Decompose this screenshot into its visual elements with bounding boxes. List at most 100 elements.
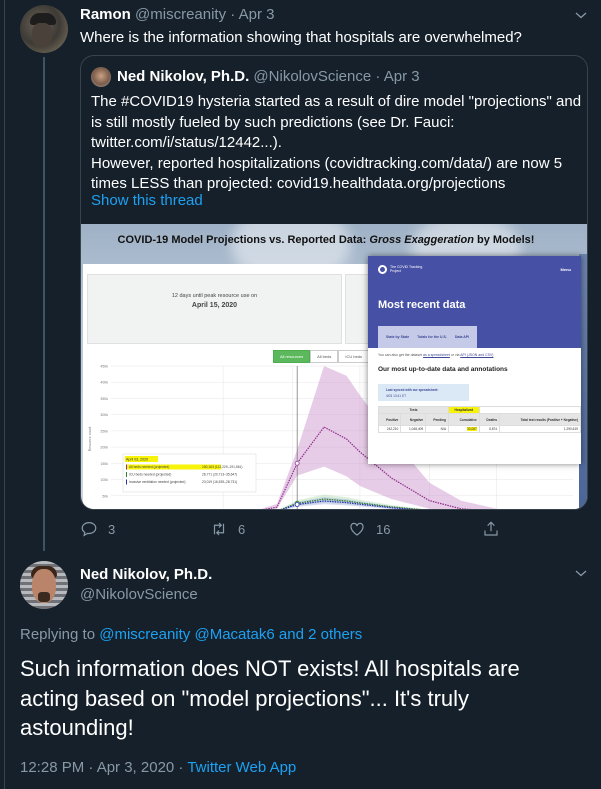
share-icon: [484, 521, 498, 536]
tweet-image[interactable]: COVID-19 Model Projections vs. Reported …: [81, 224, 587, 509]
series-point-2: [294, 502, 300, 507]
image-title: COVID-19 Model Projections vs. Reported …: [81, 234, 571, 246]
tweet-timestamp[interactable]: 12:28 PM · Apr 3, 2020 ·: [20, 759, 187, 776]
overlay-menu: Menu: [560, 267, 571, 272]
peak-card-date: April 15, 2020: [191, 302, 238, 309]
quoted-display-name: Ned Nikolov, Ph.D.: [117, 68, 250, 85]
tooltip-row-marker: [126, 472, 127, 477]
replying-to: Replying to @miscreanity @Macatak6 and 2…: [20, 626, 362, 643]
reply-icon: [81, 522, 97, 537]
tooltip-row-value: 23,019 (16,539–28,731): [202, 480, 237, 484]
mention-link[interactable]: @miscreanity: [99, 626, 190, 643]
quoted-text-line: twitter.com/i/status/12442...).: [91, 134, 282, 151]
handle[interactable]: @NikolovScience: [80, 586, 198, 603]
table-cell-hospitalized: 33,067: [447, 425, 480, 433]
tweet-body-line: astounding!: [20, 715, 134, 740]
quoted-text-line: The #COVID19 hysteria started as a resul…: [91, 93, 582, 110]
quoted-tweet-text: The #COVID19 hysteria started as a resul…: [91, 92, 581, 195]
tweet-actions: 3 6 16: [80, 520, 588, 542]
quoted-tweet[interactable]: Ned Nikolov, Ph.D. @NikolovScience · Apr…: [80, 55, 588, 510]
quoted-date: Apr 3: [383, 68, 420, 85]
y-tick-label: 450k: [100, 365, 108, 369]
table-header: Pending: [425, 413, 449, 426]
table-header: Negative: [400, 413, 427, 426]
separator: ·: [375, 68, 381, 85]
overlay-tab: Totals for the U.S.: [417, 335, 447, 339]
quoted-text-line: is still mostly fueled by such predictio…: [91, 113, 455, 131]
timeline-border: [4, 0, 5, 789]
image-title-italic: Gross Exaggeration: [369, 234, 474, 246]
covidtracking-overlay: The COVID Tracking Project Menu Most rec…: [368, 256, 581, 464]
heart-icon: [350, 522, 364, 536]
image-title-suffix: by Models!: [473, 234, 535, 246]
handle[interactable]: @miscreanity: [135, 6, 226, 23]
y-tick-label: 200k: [100, 446, 108, 450]
tweet-text: Where is the information showing that ho…: [80, 29, 522, 46]
tooltip-row-label: ICU beds needed (projected): [129, 473, 171, 477]
table-header: Positive: [377, 413, 402, 426]
confidence-band-ventilators: [281, 497, 418, 509]
retweet-count: 6: [238, 521, 246, 537]
display-name[interactable]: Ned Nikolov, Ph.D.: [80, 566, 212, 583]
tweet-body-line: acting based on "model projections"... I…: [20, 685, 470, 711]
overlay-tab: State by State: [386, 335, 410, 339]
retweet-button[interactable]: 6: [210, 520, 245, 538]
overlay-header: The COVID Tracking Project Menu Most rec…: [368, 256, 581, 348]
table-cell: 1,290,619: [499, 425, 581, 433]
tooltip-row-marker: [126, 464, 127, 470]
show-thread-link[interactable]: Show this thread: [91, 192, 203, 209]
overlay-title: Most recent data: [378, 299, 466, 311]
like-button[interactable]: 16: [348, 520, 390, 538]
table-header: Deaths: [478, 413, 501, 426]
tooltip-row-label: All beds needed (projected): [129, 465, 169, 469]
covid-tracking-logo-icon: [378, 265, 387, 274]
y-tick-label: 50k: [102, 494, 108, 498]
y-tick-label: 300k: [100, 413, 108, 417]
chart-tooltip: April 03, 2020 All beds needed (projected…: [122, 453, 257, 493]
peak-card-caption: 12 days until peak resource use on: [171, 293, 258, 299]
table-cell: N/A: [425, 425, 449, 433]
overlay-tabs: State by State Totals for the U.S. Data …: [378, 326, 478, 348]
table-cell: 242,210: [377, 425, 402, 433]
mention-link[interactable]: @Macatak6: [194, 626, 274, 643]
overlay-logo-text: The COVID Tracking Project: [390, 265, 423, 273]
avatar-ned[interactable]: [20, 561, 68, 609]
y-axis-label: Resource count: [88, 427, 92, 452]
table-header: Total test results (Positive + Negative): [499, 413, 581, 426]
separator: ·: [230, 6, 236, 23]
quoted-handle: @NikolovScience: [253, 68, 372, 85]
tweet-header: Ramon @miscreanity · Apr 3: [80, 6, 274, 23]
tooltip-row-label: Invasive ventilation needed (projected): [129, 480, 185, 484]
reply-count: 3: [108, 521, 116, 537]
y-tick-label: 250k: [100, 429, 108, 433]
series-point-0: [294, 460, 300, 466]
avatar-ramon[interactable]: [20, 5, 68, 53]
tooltip-row-value: 150,163 (112,229–191,561): [202, 465, 242, 469]
reply-button[interactable]: 3: [80, 520, 115, 538]
sync-label: Last synced with our spreadsheet:: [386, 388, 439, 392]
tweet-body-line: Such information does NOT exists! All ho…: [20, 656, 520, 681]
chevron-down-icon[interactable]: [575, 566, 587, 578]
overlay-data-table: Tests Hospitalized Positive Negative Pen…: [377, 406, 581, 433]
avatar-ned-small: [91, 67, 111, 87]
table-group-empty: [478, 406, 581, 414]
retweet-icon: [213, 522, 225, 536]
table-header: Cumulative: [447, 413, 480, 426]
like-count: 16: [376, 521, 391, 537]
y-tick-label: 350k: [100, 397, 108, 401]
display-name[interactable]: Ramon: [80, 6, 131, 23]
overlay-note: You can also get the dataset as a spread…: [378, 353, 494, 357]
share-button[interactable]: [482, 520, 510, 538]
source-link[interactable]: Twitter Web App: [187, 759, 296, 776]
chevron-down-icon[interactable]: [575, 8, 587, 20]
others-link[interactable]: and 2 others: [279, 626, 362, 643]
y-tick-label: 100k: [100, 478, 108, 482]
overlay-heading: Our most up-to-date data and annotations: [378, 366, 508, 373]
table-cell: 1,048,409: [400, 425, 427, 433]
tweet-date[interactable]: Apr 3: [239, 6, 275, 23]
replying-prefix: Replying to: [20, 626, 100, 643]
peak-card: 12 days until peak resource use on April…: [87, 274, 342, 344]
y-tick-label: 150k: [100, 462, 108, 466]
image-title-prefix: COVID-19 Model Projections vs. Reported …: [117, 234, 370, 246]
quoted-text-line: However, reported hospitalizations (covi…: [91, 154, 563, 172]
